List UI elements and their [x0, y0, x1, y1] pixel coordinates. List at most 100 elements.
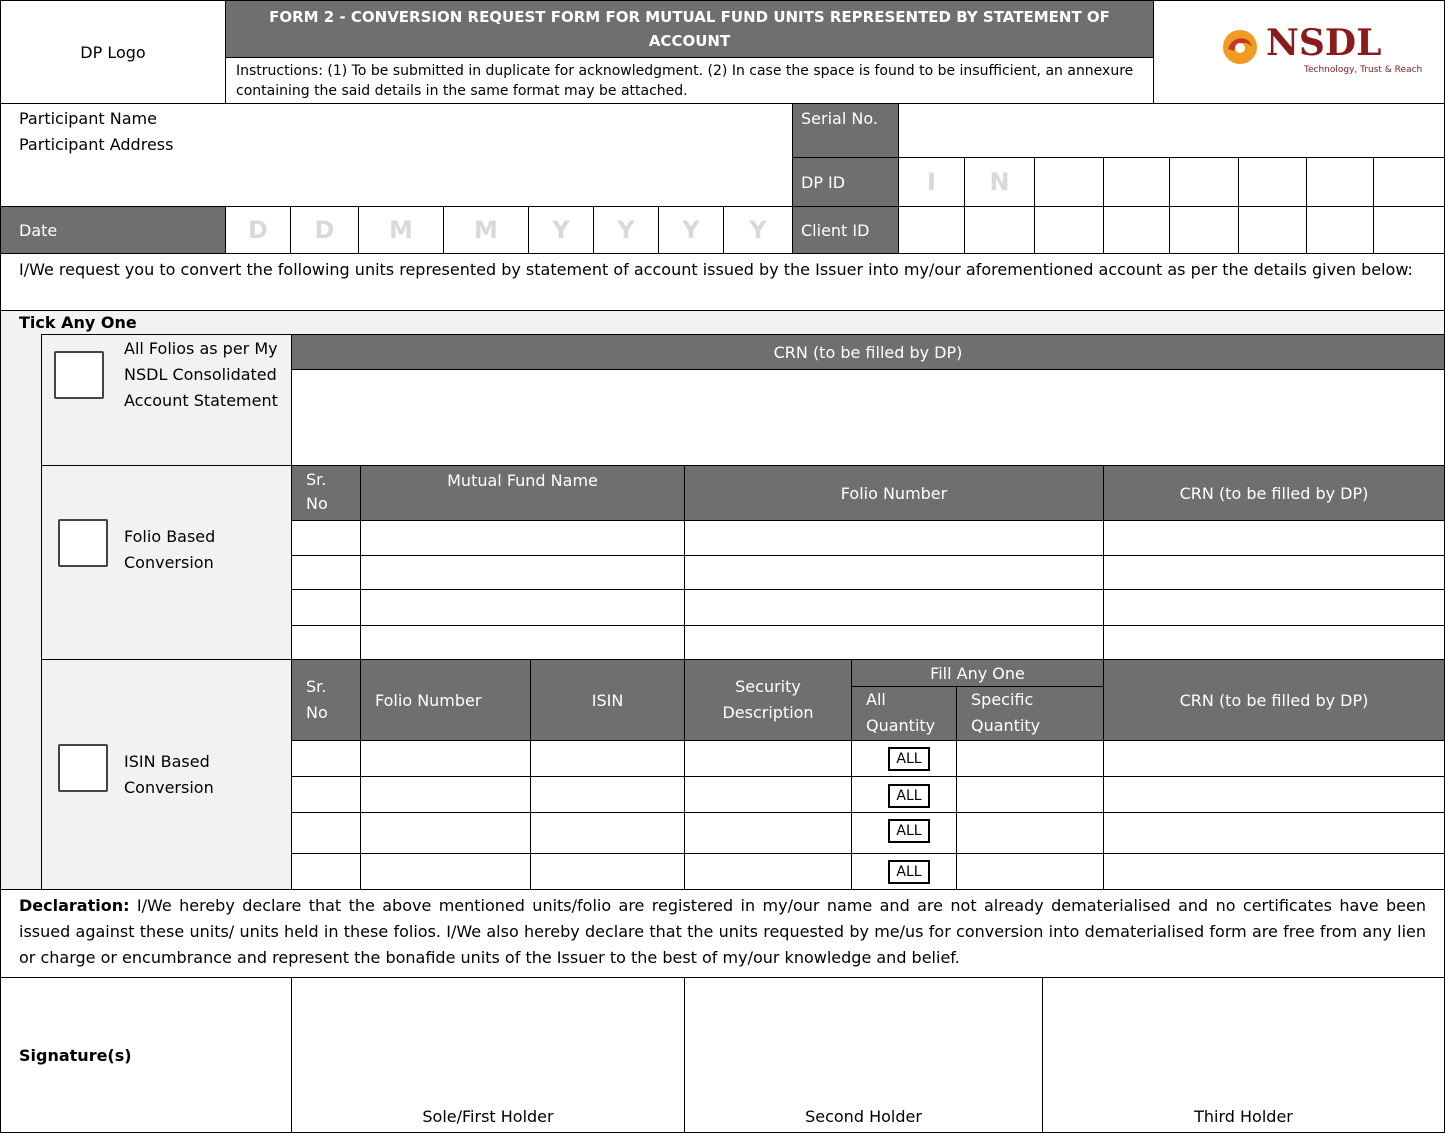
- isin-cell[interactable]: [956, 812, 1104, 854]
- isin-cell[interactable]: [1103, 812, 1445, 854]
- dp-logo-text: DP Logo: [80, 42, 146, 62]
- isin-cell[interactable]: [530, 776, 685, 813]
- dp-id-box[interactable]: [1306, 157, 1374, 207]
- folio-cell[interactable]: [1103, 589, 1445, 626]
- folio-based-label: Folio Based Conversion: [124, 527, 216, 572]
- date-box[interactable]: D: [290, 206, 359, 254]
- folio-cell[interactable]: [291, 555, 361, 590]
- client-id-box[interactable]: [1034, 206, 1104, 254]
- all-quantity-checkbox[interactable]: ALL: [888, 747, 930, 771]
- isin-cell[interactable]: [360, 776, 531, 813]
- nsdl-logo-cell: NSDL Technology, Trust & Reach: [1153, 0, 1445, 104]
- date-box[interactable]: D: [225, 206, 291, 254]
- folio-cell[interactable]: [684, 625, 1104, 660]
- isin-cell[interactable]: [291, 853, 361, 890]
- isin-cell[interactable]: [1103, 740, 1445, 777]
- form-title: FORM 2 - CONVERSION REQUEST FORM FOR MUT…: [225, 0, 1154, 58]
- dp-id-box[interactable]: I: [898, 157, 965, 207]
- folio-cell[interactable]: [291, 625, 361, 660]
- isin-cell[interactable]: [684, 853, 852, 890]
- tick-any-one-label: Tick Any One: [0, 310, 1445, 334]
- date-box[interactable]: Y: [593, 206, 659, 254]
- isin-cell[interactable]: [360, 740, 531, 777]
- isin-header-sr-text: Sr. No: [306, 677, 328, 722]
- isin-cell[interactable]: [956, 853, 1104, 890]
- isin-cell[interactable]: [291, 776, 361, 813]
- isin-cell[interactable]: [684, 776, 852, 813]
- folio-cell[interactable]: [1103, 625, 1445, 660]
- date-box[interactable]: Y: [658, 206, 724, 254]
- dp-id-box[interactable]: [1034, 157, 1104, 207]
- isin-cell[interactable]: [360, 853, 531, 890]
- client-id-box[interactable]: [1169, 206, 1239, 254]
- all-quantity-checkbox[interactable]: ALL: [888, 819, 930, 843]
- folio-cell[interactable]: [360, 520, 685, 556]
- folio-cell[interactable]: [291, 520, 361, 556]
- folio-header-sr-text: Sr. No: [306, 470, 328, 513]
- participant-cell[interactable]: Participant Name Participant Address: [0, 103, 793, 207]
- isin-header-all-qty-text: All Quantity: [866, 690, 936, 735]
- isin-cell[interactable]: [684, 740, 852, 777]
- dp-id-box[interactable]: N: [964, 157, 1035, 207]
- signature-third-holder[interactable]: Third Holder: [1042, 977, 1445, 1133]
- folio-cell[interactable]: [360, 625, 685, 660]
- all-folios-checkbox[interactable]: [54, 351, 104, 399]
- folio-cell[interactable]: [1103, 555, 1445, 590]
- dp-id-box[interactable]: [1238, 157, 1307, 207]
- client-id-box[interactable]: [1306, 206, 1374, 254]
- folio-cell[interactable]: [360, 589, 685, 626]
- instructions-text: Instructions: (1) To be submitted in dup…: [236, 63, 1134, 99]
- dp-id-box[interactable]: [1103, 157, 1170, 207]
- date-box[interactable]: Y: [723, 206, 793, 254]
- dp-id-prefix-n: N: [989, 168, 1010, 196]
- crn-field-all[interactable]: [291, 369, 1445, 466]
- client-id-box[interactable]: [898, 206, 965, 254]
- request-text: I/We request you to convert the followin…: [0, 253, 1445, 311]
- all-qty-cell: ALL: [851, 853, 957, 890]
- option-isin-based: ISIN Based Conversion: [41, 659, 292, 890]
- isin-cell[interactable]: [291, 740, 361, 777]
- isin-cell[interactable]: [360, 812, 531, 854]
- folio-cell[interactable]: [360, 555, 685, 590]
- dp-id-label-text: DP ID: [801, 173, 846, 192]
- dp-id-box[interactable]: [1169, 157, 1239, 207]
- isin-cell[interactable]: [530, 812, 685, 854]
- folio-cell[interactable]: [684, 555, 1104, 590]
- isin-cell[interactable]: [684, 812, 852, 854]
- date-box[interactable]: Y: [528, 206, 594, 254]
- folio-cell[interactable]: [1103, 520, 1445, 556]
- isin-header-isin-text: ISIN: [591, 690, 624, 710]
- date-placeholder: D: [248, 216, 268, 244]
- client-id-box[interactable]: [1373, 206, 1445, 254]
- dp-logo-cell: DP Logo: [0, 0, 226, 104]
- client-id-label: Client ID: [792, 206, 899, 254]
- folio-cell[interactable]: [684, 520, 1104, 556]
- signature-second-holder[interactable]: Second Holder: [684, 977, 1043, 1133]
- isin-cell[interactable]: [530, 740, 685, 777]
- crn-header-all: CRN (to be filled by DP): [291, 334, 1445, 370]
- isin-cell[interactable]: [956, 740, 1104, 777]
- isin-header-crn: CRN (to be filled by DP): [1103, 659, 1445, 741]
- date-placeholder: Y: [682, 216, 700, 244]
- isin-cell[interactable]: [291, 812, 361, 854]
- client-id-box[interactable]: [1238, 206, 1307, 254]
- date-box[interactable]: M: [443, 206, 529, 254]
- isin-cell[interactable]: [1103, 776, 1445, 813]
- isin-cell[interactable]: [956, 776, 1104, 813]
- isin-cell[interactable]: [1103, 853, 1445, 890]
- folio-based-checkbox[interactable]: [58, 519, 108, 567]
- date-box[interactable]: M: [358, 206, 444, 254]
- signatures-label-cell: Signature(s): [0, 977, 292, 1133]
- all-quantity-checkbox[interactable]: ALL: [888, 860, 930, 884]
- isin-cell[interactable]: [530, 853, 685, 890]
- client-id-box[interactable]: [1103, 206, 1170, 254]
- isin-based-checkbox[interactable]: [58, 744, 108, 792]
- all-quantity-checkbox[interactable]: ALL: [888, 784, 930, 808]
- client-id-box[interactable]: [964, 206, 1035, 254]
- folio-cell[interactable]: [291, 589, 361, 626]
- dp-id-box[interactable]: [1373, 157, 1445, 207]
- declaration-text: I/We hereby declare that the above menti…: [19, 896, 1426, 967]
- signature-first-holder[interactable]: Sole/First Holder: [291, 977, 685, 1133]
- folio-cell[interactable]: [684, 589, 1104, 626]
- serial-no-field[interactable]: [898, 103, 1445, 158]
